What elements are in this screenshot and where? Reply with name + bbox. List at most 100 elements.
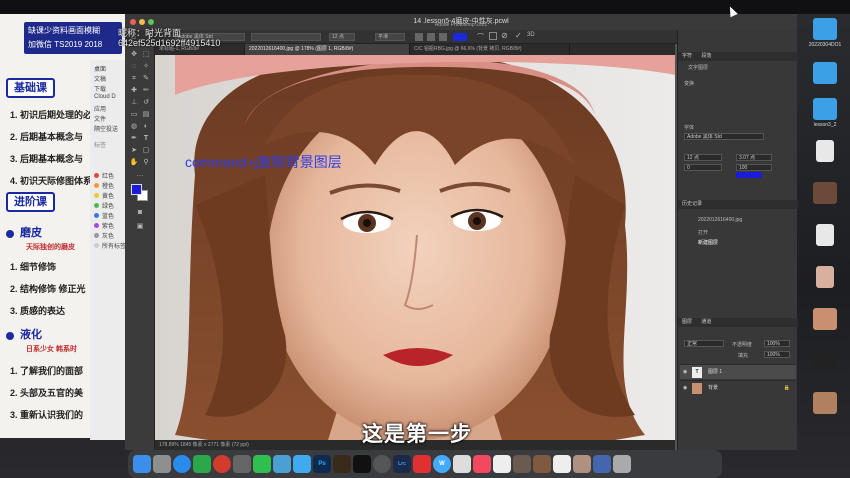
font-size-field[interactable]: 12 点: [684, 154, 722, 161]
commit-check-icon[interactable]: ✓: [515, 31, 522, 40]
history-item-current[interactable]: 新建图层: [698, 239, 718, 246]
folder-icon[interactable]: [813, 18, 837, 40]
finder-item[interactable]: 应用: [94, 104, 106, 113]
app-icon[interactable]: [453, 455, 471, 473]
finder-app-icon[interactable]: [133, 455, 151, 473]
marquee-tool-icon[interactable]: ⬚: [141, 50, 151, 59]
move-tool-icon[interactable]: ✥: [129, 50, 139, 59]
lasso-tool-icon[interactable]: ◌: [129, 62, 139, 71]
image-file-icon[interactable]: [816, 266, 834, 288]
crop-tool-icon[interactable]: ⌗: [129, 74, 139, 83]
panel-tab-character[interactable]: 字符: [682, 53, 692, 59]
blur-tool-icon[interactable]: ◍: [129, 122, 139, 131]
preview-app-icon[interactable]: [593, 455, 611, 473]
quick-mask-icon[interactable]: ◙: [135, 208, 145, 217]
eraser-tool-icon[interactable]: ▭: [129, 110, 139, 119]
wps-app-icon[interactable]: [413, 455, 431, 473]
cancel-icon[interactable]: ⊘: [501, 31, 508, 40]
blend-mode-select[interactable]: 正常: [684, 340, 724, 347]
pen-tool-icon[interactable]: ✒: [129, 134, 139, 143]
panel-tab-paragraph[interactable]: 段落: [701, 53, 711, 59]
finder-item[interactable]: 下载: [94, 84, 106, 93]
healing-brush-icon[interactable]: ✚: [129, 86, 139, 95]
zoom-tool-icon[interactable]: ⚲: [141, 158, 151, 167]
foreground-color-swatch[interactable]: [131, 184, 142, 195]
canvas-area[interactable]: 178.89% 1845 像素 x 2771 像素 (72 ppi): [155, 55, 675, 450]
launchpad-app-icon[interactable]: [153, 455, 171, 473]
3d-icon[interactable]: 3D: [527, 32, 535, 38]
font-style-select[interactable]: [251, 33, 321, 41]
trash-icon[interactable]: [613, 455, 631, 473]
more-tools-icon[interactable]: …: [135, 170, 145, 179]
finder-tag[interactable]: 紫色: [102, 221, 114, 230]
eye-icon[interactable]: ◉: [683, 381, 687, 396]
hand-tool-icon[interactable]: ✋: [129, 158, 139, 167]
tracking-field[interactable]: 0: [684, 164, 722, 171]
folder-icon[interactable]: [813, 98, 837, 120]
image-file-icon[interactable]: [513, 455, 531, 473]
history-brush-icon[interactable]: ↺: [141, 98, 151, 107]
lightroom-app-icon[interactable]: Lrc: [393, 455, 411, 473]
align-right-icon[interactable]: [439, 33, 447, 41]
document-icon[interactable]: [493, 455, 511, 473]
gradient-tool-icon[interactable]: ▤: [141, 110, 151, 119]
finder-item[interactable]: 文稿: [94, 74, 106, 83]
layer-row[interactable]: ◉ 背景 🔒: [680, 380, 796, 395]
finder-item[interactable]: 文件: [94, 114, 106, 123]
opacity-field[interactable]: 100%: [764, 340, 790, 347]
text-color-swatch[interactable]: [736, 172, 762, 178]
shape-tool-icon[interactable]: ▢: [141, 146, 151, 155]
wechat-app-icon[interactable]: [253, 455, 271, 473]
video-file-icon[interactable]: [813, 350, 837, 372]
app-icon[interactable]: [233, 455, 251, 473]
image-file-icon[interactable]: [813, 392, 837, 414]
dodge-tool-icon[interactable]: ◐: [141, 122, 151, 131]
finder-item[interactable]: Cloud D: [94, 94, 116, 100]
leading-field[interactable]: 3.07 点: [736, 154, 772, 161]
history-item[interactable]: 打开: [698, 229, 708, 236]
type-tool-icon[interactable]: T: [141, 134, 151, 143]
qq-app-icon[interactable]: [293, 455, 311, 473]
eye-icon[interactable]: ◉: [683, 365, 687, 380]
app-icon[interactable]: [193, 455, 211, 473]
magic-wand-icon[interactable]: ✧: [141, 62, 151, 71]
path-select-icon[interactable]: ➤: [129, 146, 139, 155]
folder-icon[interactable]: [813, 62, 837, 84]
brush-tool-icon[interactable]: ✏: [141, 86, 151, 95]
app-icon[interactable]: [273, 455, 291, 473]
netease-music-app-icon[interactable]: [213, 455, 231, 473]
finder-tag[interactable]: 灰色: [102, 231, 114, 240]
finder-tag[interactable]: 绿色: [102, 201, 114, 210]
fill-field[interactable]: 100%: [764, 351, 790, 358]
font-family-field[interactable]: Adobe 黑体 Std: [684, 133, 764, 140]
capcut-app-icon[interactable]: [353, 455, 371, 473]
image-file-icon[interactable]: [813, 182, 837, 204]
panel-tab-history[interactable]: 历史记录: [682, 201, 702, 207]
align-left-icon[interactable]: [415, 33, 423, 41]
image-file-icon[interactable]: [813, 308, 837, 330]
tab-document-active[interactable]: 2022012616400.jpg @ 178% (图层 1, RGB/8#): [245, 44, 410, 55]
bridge-app-icon[interactable]: [333, 455, 351, 473]
finder-tag[interactable]: 黄色: [102, 191, 114, 200]
document-icon[interactable]: [816, 140, 834, 162]
align-center-icon[interactable]: [427, 33, 435, 41]
app-icon[interactable]: [373, 455, 391, 473]
text-color-swatch[interactable]: [453, 33, 467, 41]
screen-mode-icon[interactable]: ▣: [135, 222, 145, 231]
panel-tab-layers[interactable]: 图层: [682, 319, 692, 325]
finder-tag[interactable]: 橙色: [102, 181, 114, 190]
document-icon[interactable]: [553, 455, 571, 473]
safari-app-icon[interactable]: [173, 455, 191, 473]
finder-tag[interactable]: 蓝色: [102, 211, 114, 220]
image-file-icon[interactable]: [533, 455, 551, 473]
finder-tag[interactable]: 所有标签: [102, 241, 126, 250]
character-panel-icon[interactable]: [489, 32, 497, 40]
warp-text-icon[interactable]: ⌒: [477, 32, 484, 42]
eyedropper-icon[interactable]: ✎: [141, 74, 151, 83]
layer-row[interactable]: ◉ T 图层 1: [680, 364, 796, 379]
finder-item[interactable]: 隔空投送: [94, 124, 118, 133]
finder-item[interactable]: 桌面: [94, 64, 106, 73]
stamp-tool-icon[interactable]: ⊥: [129, 98, 139, 107]
panel-tab-channels[interactable]: 通道: [701, 319, 711, 325]
finder-tag[interactable]: 红色: [102, 171, 114, 180]
